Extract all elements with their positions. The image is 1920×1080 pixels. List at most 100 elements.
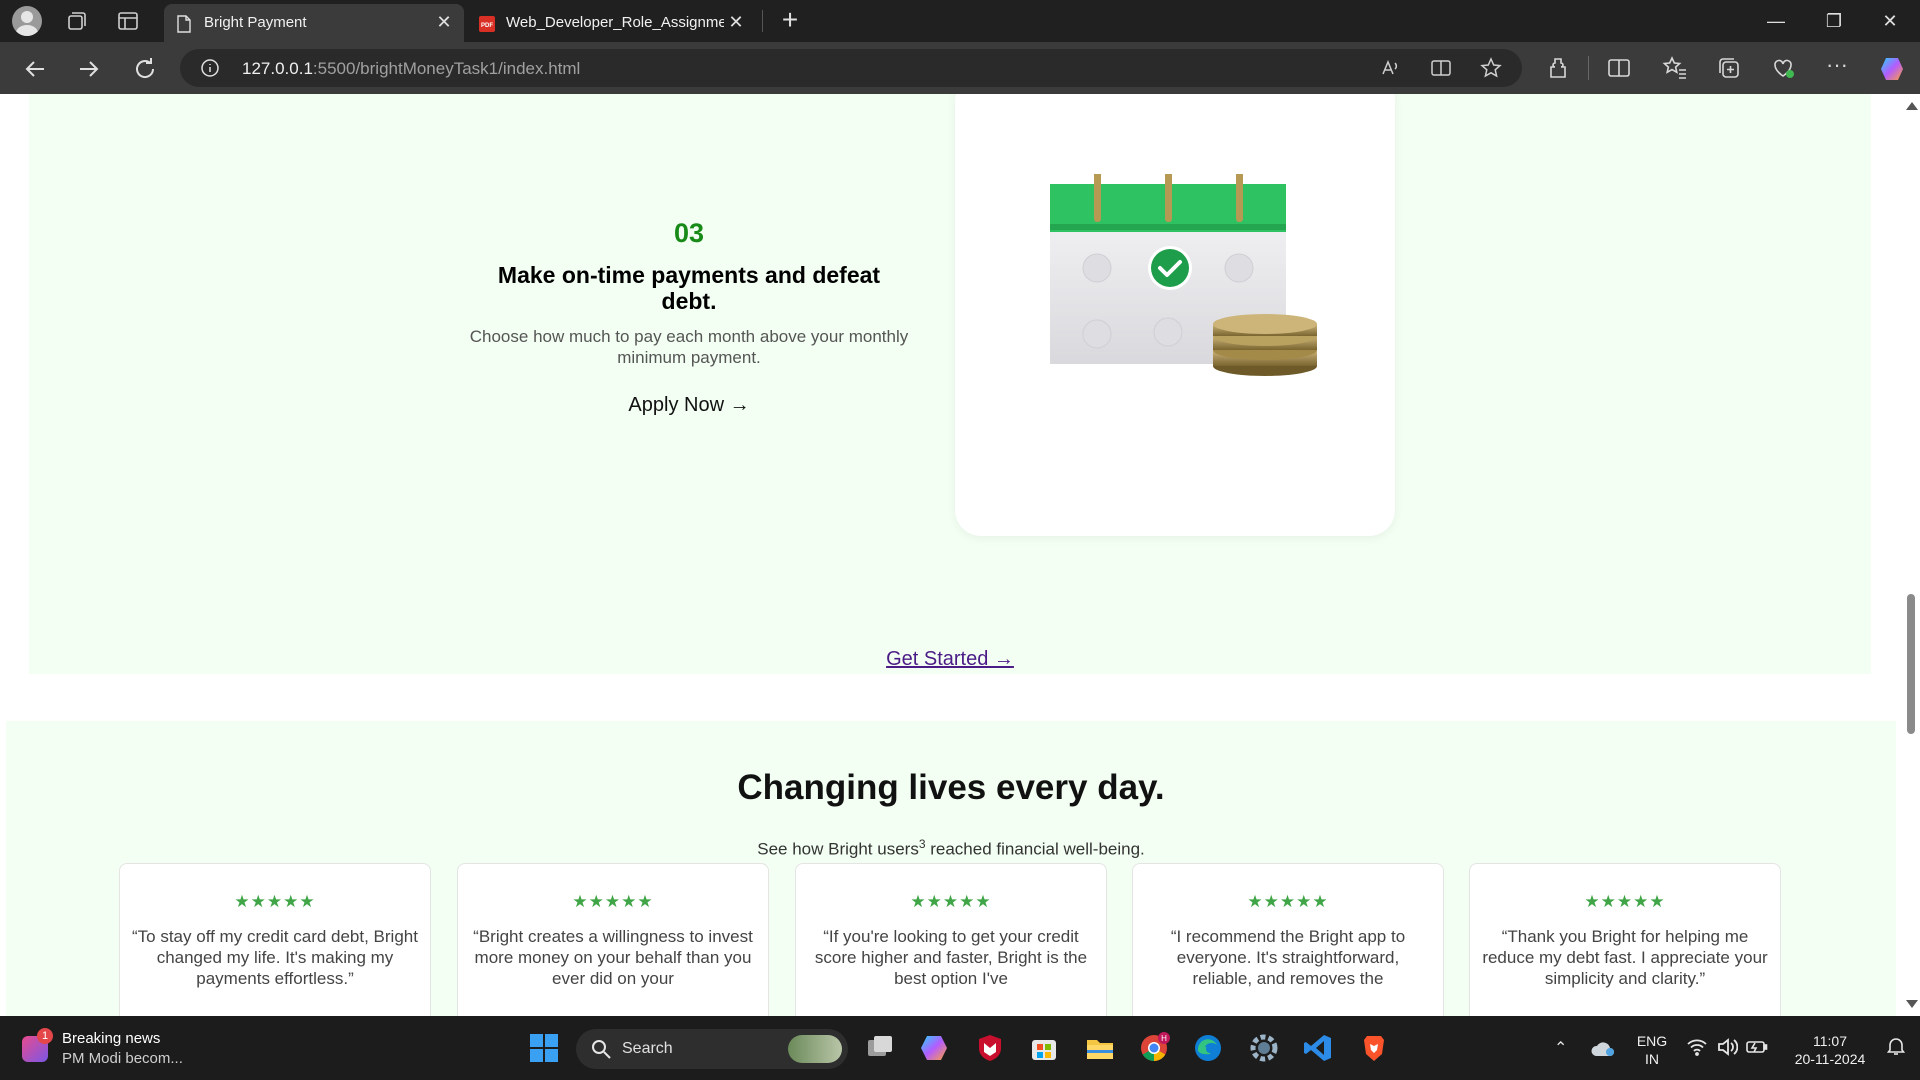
search-icon xyxy=(590,1038,612,1065)
copilot-icon[interactable] xyxy=(1878,55,1904,81)
page-viewport: 03 Make on-time payments and defeat debt… xyxy=(0,94,1902,1016)
step-description: Choose how much to pay each month above … xyxy=(469,327,909,367)
input-language[interactable]: ENG IN xyxy=(1632,1032,1672,1068)
apply-now-link[interactable]: Apply Now → xyxy=(469,394,909,417)
step-section: 03 Make on-time payments and defeat debt… xyxy=(29,94,1871,674)
chrome-icon[interactable]: H xyxy=(1138,1032,1172,1066)
url-text: 127.0.0.1:5500/brightMoneyTask1/index.ht… xyxy=(242,59,580,79)
news-badge: 1 xyxy=(37,1028,53,1044)
close-tab-icon[interactable]: ✕ xyxy=(434,12,454,32)
news-title: Breaking news xyxy=(62,1030,161,1047)
volume-icon[interactable] xyxy=(1716,1038,1739,1061)
show-hidden-icons-icon[interactable]: ⌃ xyxy=(1554,1038,1567,1058)
wifi-icon[interactable] xyxy=(1686,1038,1708,1061)
page-scrollbar[interactable] xyxy=(1902,94,1920,1016)
scroll-thumb[interactable] xyxy=(1907,594,1915,734)
restore-icon[interactable]: ❐ xyxy=(1806,6,1862,36)
star-rating: ★★★★★ xyxy=(1584,892,1666,911)
search-highlight-image xyxy=(788,1035,842,1063)
testimonial-card: ★★★★★ “I recommend the Bright app to eve… xyxy=(1132,863,1444,1016)
testimonial-card: ★★★★★ “Bright creates a willingness to i… xyxy=(457,863,769,1016)
testimonial-card: ★★★★★ “To stay off my credit card debt, … xyxy=(119,863,431,1016)
tab-title: Bright Payment xyxy=(204,14,307,31)
settings-gear-icon[interactable] xyxy=(1248,1032,1282,1066)
favorite-star-icon[interactable] xyxy=(1480,57,1502,79)
testimonials-heading: Changing lives every day. xyxy=(737,768,1165,807)
star-rating: ★★★★★ xyxy=(572,892,654,911)
url-host: 127.0.0.1 xyxy=(242,59,313,78)
region-code: IN xyxy=(1645,1051,1659,1067)
notifications-icon[interactable] xyxy=(1886,1036,1906,1061)
taskbar: 1 Breaking news PM Modi becom... Search … xyxy=(0,1016,1920,1080)
taskbar-search[interactable]: Search xyxy=(576,1029,848,1069)
testimonial-quote: “If you're looking to get your credit sc… xyxy=(814,927,1088,988)
split-screen-icon[interactable] xyxy=(1606,55,1632,81)
battery-icon[interactable] xyxy=(1746,1038,1768,1061)
workspaces-icon[interactable] xyxy=(64,9,88,33)
testimonials-section: Changing lives every day. See how Bright… xyxy=(6,721,1896,1016)
page-icon xyxy=(176,15,192,38)
get-started-link[interactable]: Get Started → xyxy=(886,648,1014,670)
testimonials-subtitle: See how Bright users3 reached financial … xyxy=(6,837,1896,860)
url-path: :5500/brightMoneyTask1/index.html xyxy=(312,59,581,78)
testimonial-card: ★★★★★ “If you're looking to get your cre… xyxy=(795,863,1107,1016)
calendar-coins-icon xyxy=(1050,174,1317,376)
tab-bright-payment[interactable]: Bright Payment ✕ xyxy=(164,4,464,42)
pdf-icon: PDF xyxy=(478,15,496,38)
svg-text:H: H xyxy=(1161,1034,1167,1043)
close-window-icon[interactable]: ✕ xyxy=(1862,6,1918,36)
vertical-tabs-icon[interactable] xyxy=(116,9,140,33)
subtitle-text: See how Bright users xyxy=(757,839,919,859)
address-bar[interactable]: 127.0.0.1:5500/brightMoneyTask1/index.ht… xyxy=(180,49,1522,87)
extensions-icon[interactable] xyxy=(1545,55,1571,81)
toolbar-divider xyxy=(1588,56,1589,80)
browser-essentials-icon[interactable] xyxy=(1770,55,1796,81)
forward-icon[interactable] xyxy=(74,54,104,84)
language-code: ENG xyxy=(1636,1033,1668,1049)
new-tab-icon[interactable]: + xyxy=(776,6,804,35)
start-windows-icon[interactable] xyxy=(528,1032,562,1066)
edge-icon[interactable] xyxy=(1192,1032,1226,1066)
close-tab-icon[interactable]: ✕ xyxy=(726,12,746,32)
vscode-icon[interactable] xyxy=(1302,1032,1336,1066)
news-text: PM Modi becom... xyxy=(62,1050,183,1067)
testimonial-quote: “Bright creates a willingness to invest … xyxy=(473,927,753,988)
task-view-icon[interactable] xyxy=(864,1032,898,1066)
star-rating: ★★★★★ xyxy=(910,892,992,911)
clock[interactable]: 11:07 20-11-2024 xyxy=(1782,1032,1878,1068)
brave-browser-icon[interactable] xyxy=(1358,1032,1392,1066)
onedrive-cloud-icon[interactable] xyxy=(1590,1040,1616,1063)
copilot-app-icon[interactable] xyxy=(918,1032,952,1066)
testimonial-quote: “Thank you Bright for helping me reduce … xyxy=(1482,927,1768,988)
back-icon[interactable] xyxy=(20,54,50,84)
tab-bar: Bright Payment ✕ PDF Web_Developer_Role_… xyxy=(0,0,1920,42)
file-explorer-icon[interactable] xyxy=(1084,1032,1118,1066)
favorites-icon[interactable] xyxy=(1662,55,1688,81)
scroll-down-icon[interactable] xyxy=(1906,1000,1918,1008)
site-info-icon[interactable] xyxy=(200,58,220,83)
more-options-icon[interactable]: ··· xyxy=(1826,54,1852,81)
tab-title: Web_Developer_Role_Assignment xyxy=(506,14,724,31)
star-rating: ★★★★★ xyxy=(1247,892,1329,911)
star-rating: ★★★★★ xyxy=(234,892,316,911)
testimonial-quote: “To stay off my credit card debt, Bright… xyxy=(132,927,418,988)
immersive-reader-icon[interactable] xyxy=(1430,57,1452,79)
scroll-up-icon[interactable] xyxy=(1906,102,1918,110)
mcafee-icon[interactable] xyxy=(974,1032,1008,1066)
refresh-icon[interactable] xyxy=(130,54,160,84)
browser-toolbar: 127.0.0.1:5500/brightMoneyTask1/index.ht… xyxy=(0,42,1920,94)
testimonial-quote: “I recommend the Bright app to everyone.… xyxy=(1170,927,1406,988)
tab-assignment-pdf[interactable]: PDF Web_Developer_Role_Assignment ✕ xyxy=(466,4,756,42)
get-started-container: Get Started → xyxy=(29,648,1871,671)
profile-avatar-icon[interactable] xyxy=(12,6,42,36)
clock-date: 20-11-2024 xyxy=(1794,1051,1866,1067)
collections-icon[interactable] xyxy=(1716,55,1742,81)
microsoft-store-icon[interactable] xyxy=(1028,1032,1062,1066)
tab-divider xyxy=(762,10,763,32)
minimize-icon[interactable]: — xyxy=(1748,6,1804,36)
subtitle-text-end: reached financial well-being. xyxy=(925,839,1145,859)
news-widget[interactable]: 1 Breaking news PM Modi becom... xyxy=(22,1026,222,1070)
footnote-marker: 3 xyxy=(918,837,926,851)
read-aloud-icon[interactable] xyxy=(1380,57,1402,79)
svg-text:PDF: PDF xyxy=(481,23,493,29)
